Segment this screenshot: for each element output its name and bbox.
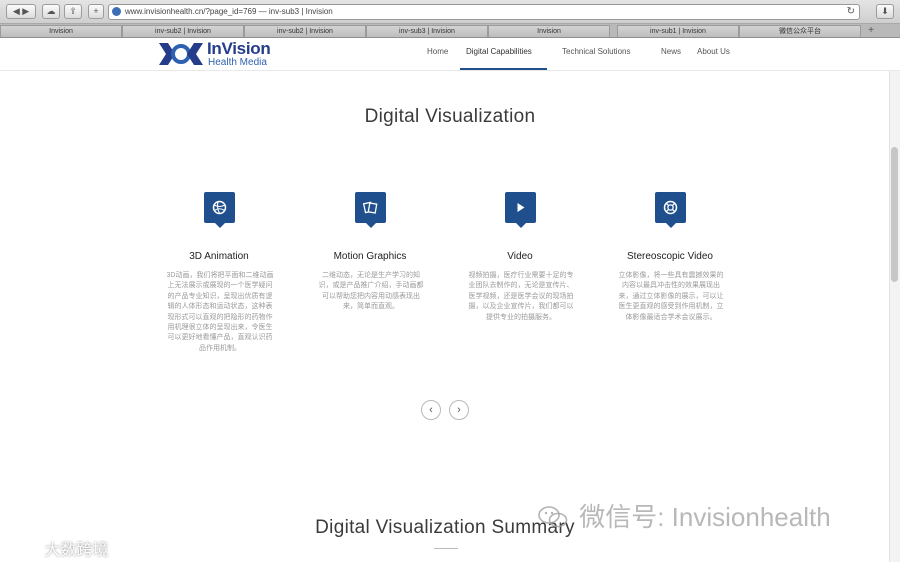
wechat-id-text: 微信号: Invisionhealth [579,502,831,532]
add-bookmark-icon[interactable]: + [88,4,104,19]
carousel-next-button[interactable]: › [449,400,469,420]
browser-tab[interactable]: 微信公众平台 [739,25,861,37]
logo-name: InVision [207,39,271,58]
source-watermark-text: 大数跨境 [44,542,109,559]
wechat-watermark: 微信号: Invisionhealth [538,497,831,534]
cards-icon[interactable] [355,192,386,228]
browser-tab[interactable]: inv-sub1 | Invision [617,25,739,37]
back-forward-buttons[interactable]: ◀ ▶ [6,4,36,19]
browser-tab[interactable]: Invision [488,25,610,37]
browser-tab[interactable]: inv-sub2 | Invision [122,25,244,37]
browser-toolbar: ◀ ▶ ☁ ⇪ + www.invisionhealth.cn/?page_id… [0,0,900,24]
page-scrollbar-track[interactable] [889,71,900,562]
source-logo-icon [8,541,35,557]
lifebuoy-icon[interactable] [655,192,686,228]
browser-tab[interactable]: inv-sub2 | Invision [244,25,366,37]
feature-title: Video [507,251,533,262]
browser-tab[interactable]: Invision [0,25,122,37]
page-title: Digital Visualization [364,106,536,127]
logo-subtitle: Health Media [208,57,267,68]
reload-icon[interactable]: ↻ [847,5,855,19]
browser-tab[interactable]: inv-sub3 | Invision [366,25,488,37]
feature-description: 二维动态，无论是生产学习的知识，或是产品推广介绍，手动画都可以帮助您把内容用动感… [318,272,424,311]
downloads-icon[interactable]: ⬇ [876,4,894,19]
new-tab-button[interactable]: + [863,25,879,37]
feature-description: 立体影像，将一些具有震撼效果的内容以最具冲击性的效果展现出来，通过立体影像的展示… [618,272,724,321]
feature-description: 视频拍摄，医疗行业需要十足的专业团队去制作的，无论是宣传片、医学视频，还是医学会… [468,272,574,321]
nav-about-us[interactable]: About Us [697,47,730,56]
share-icon[interactable]: ⇪ [64,4,82,19]
source-watermark: 大数跨境 [8,536,108,560]
wechat-icon [538,506,568,528]
nav-news[interactable]: News [661,47,681,56]
feature-title: Stereoscopic Video [627,251,713,262]
feature-title: 3D Animation [189,251,249,262]
address-bar[interactable]: www.invisionhealth.cn/?page_id=769 — inv… [108,4,860,20]
play-icon[interactable] [505,192,536,228]
site-header: InVision Health Media Home Digital Capab… [0,38,900,71]
feature-description: 3D动画，我们将把平面和二维动画上无法展示或展现的一个医学疑问的产品专业知识，呈… [166,272,274,352]
nav-digital-capabilities[interactable]: Digital Capabilities [466,47,532,56]
invision-logo-icon[interactable] [158,40,204,68]
summary-divider [434,548,458,549]
active-nav-indicator [460,68,547,70]
nav-home[interactable]: Home [427,47,448,56]
url-text: www.invisionhealth.cn/?page_id=769 — inv… [125,7,333,16]
carousel-prev-button[interactable]: ‹ [421,400,441,420]
browser-tab-bar: Invision inv-sub2 | Invision inv-sub2 | … [0,24,900,38]
nav-technical-solutions[interactable]: Technical Solutions [562,47,630,56]
basketball-icon[interactable] [204,192,235,228]
feature-title: Motion Graphics [333,251,407,262]
globe-icon [112,7,121,16]
page-scrollbar-thumb[interactable] [891,147,898,282]
icloud-icon[interactable]: ☁ [42,4,60,19]
